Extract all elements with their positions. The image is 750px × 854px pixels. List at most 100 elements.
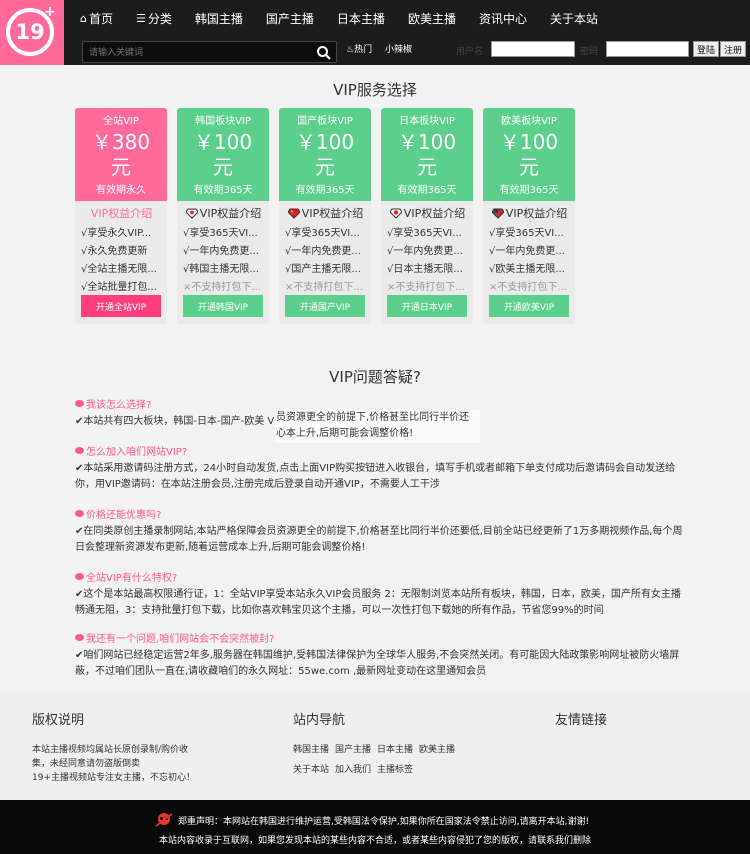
card-benefits-heading: VIP权益介绍 [489, 205, 570, 221]
nav-japan[interactable]: 日本主播 [337, 10, 385, 27]
footer-link-join[interactable]: 加入我们 [335, 763, 371, 777]
username-label: 用户名 [456, 47, 484, 57]
card-validity: 有效期永久 [96, 185, 146, 196]
copyright-text: 本站主播视频均属站长原创录制/购价收 集，未经同意请勿盗版倒卖 19+主播视频站… [32, 743, 195, 785]
card-unit: 元 [213, 155, 233, 179]
faq-answer: ✔这个是本站最高权限通行证，1：全站VIP享受本站永久VIP会员服务 2：无限制… [75, 589, 681, 616]
nav-category[interactable]: ☰ 分类 [136, 10, 172, 27]
footer-link-china[interactable]: 国产主播 [335, 743, 371, 757]
search-box [82, 41, 337, 63]
top-header: 19 + ⌂ 首页 ☰ 分类 韩国主播 国产主播 日本主播 欧美主播 资讯中心 关于… [0, 0, 750, 65]
footer-link-tags[interactable]: 主播标签 [377, 763, 413, 777]
footer-link-about[interactable]: 关于本站 [293, 763, 329, 777]
nav-news[interactable]: 资讯中心 [479, 10, 527, 27]
menu-icon: ☰ [136, 12, 146, 25]
vip-section-title: VIP服务选择 [333, 81, 417, 99]
us-flag-icon [491, 208, 504, 219]
site-footer: 版权说明 本站主播视频均属站长原创录制/购价收 集，未经同意请勿盗版倒卖 19+… [0, 693, 750, 800]
buy-west-vip-button[interactable]: 开通欧美VIP [489, 295, 569, 317]
disclaimer-text-2: 本站内容收录于互联网，如果您发现本站的某些内容不合适，或者某些内容侵犯了您的版权… [158, 836, 591, 846]
copyright-title: 版权说明 [32, 713, 85, 728]
card-unit: 元 [315, 155, 335, 179]
china-flag-icon [287, 208, 300, 219]
hot-label: 热门 [354, 45, 373, 55]
nav-home[interactable]: ⌂ 首页 [80, 10, 113, 27]
buy-china-vip-button[interactable]: 开通国产VIP [285, 295, 365, 317]
site-nav-title: 站内导航 [293, 713, 346, 728]
korea-flag-icon [185, 208, 198, 219]
buy-japan-vip-button[interactable]: 开通日本VIP [387, 295, 467, 317]
nav-west[interactable]: 欧美主播 [408, 10, 456, 27]
card-validity: 有效期365天 [499, 185, 559, 196]
overlay-line: 心本上升,后期可能会调整价格! [276, 428, 414, 439]
faq-question: 我还有一个问题,咱们网站会不会突然被封? [75, 630, 685, 645]
vip-card-west: 欧美板块VIP ￥100 元 有效期365天 VIP权益介绍 √享受365天VI… [483, 108, 575, 324]
site-logo[interactable]: 19 + [0, 0, 64, 65]
footer-link-japan[interactable]: 日本主播 [377, 743, 413, 757]
card-unit: 元 [417, 155, 437, 179]
card-validity: 有效期365天 [397, 185, 457, 196]
buy-korea-vip-button[interactable]: 开通韩国VIP [183, 295, 263, 317]
username-field[interactable] [491, 41, 575, 57]
card-feature: √一年内免费更... [285, 246, 361, 257]
nav-label: 国产主播 [265, 12, 314, 26]
vip-card-all: 全站VIP ￥380 元 有效期永久 VIP权益介绍 √享受永久VIP... √… [75, 108, 167, 324]
nav-about[interactable]: 关于本站 [550, 10, 598, 27]
card-header: 国产板块VIP ￥100 元 有效期365天 [279, 108, 371, 201]
password-field[interactable] [606, 41, 689, 57]
faq-answer: ✔咱们网站已经稳定运营2年多,服务器在韩国维护,受韩国法律保护为全球华人服务,不… [75, 650, 680, 677]
faq-question: 价格还能优惠吗? [75, 506, 685, 521]
main-nav: ⌂ 首页 ☰ 分类 韩国主播 国产主播 日本主播 欧美主播 资讯中心 关于本站 [80, 10, 621, 27]
card-head-label: VIP权益介绍 [505, 207, 568, 220]
japan-flag-icon [389, 208, 402, 219]
disclaimer-line-1: 郑重声明：本网站在韩国进行维护运营,受韩国法令保护,如果你所在国家法令禁止访问,… [154, 812, 589, 828]
nav-korea[interactable]: 韩国主播 [195, 10, 243, 27]
card-price: ￥100 [397, 130, 457, 154]
faq-question-text: 我还有一个问题,咱们网站会不会突然被封? [86, 634, 275, 645]
disclaimer-bar: 郑重声明：本网站在韩国进行维护运营,受韩国法令保护,如果你所在国家法令禁止访问,… [0, 800, 750, 854]
vip-card-china: 国产板块VIP ￥100 元 有效期365天 VIP权益介绍 √享受365天VI… [279, 108, 371, 324]
footer-link-korea[interactable]: 韩国主播 [293, 743, 329, 757]
spicy-link[interactable]: 小辣椒 [385, 42, 412, 55]
chat-icon [75, 400, 84, 407]
card-feature: √享受365天VI... [387, 228, 462, 239]
nav-china[interactable]: 国产主播 [266, 10, 314, 27]
card-head-label: VIP权益介绍 [199, 207, 262, 220]
faq-answer: ✔本站采用邀请码注册方式，24小时自动发货,点击上面VIP购买按钮进入收银台，填… [75, 463, 676, 490]
login-button[interactable]: 登陆 [693, 41, 720, 57]
card-name: 全站VIP [103, 116, 139, 127]
vip-card-japan: 日本板块VIP ￥100 元 有效期365天 VIP权益介绍 √享受365天VI… [381, 108, 473, 324]
footer-nav-row: 关于本站 加入我们 主播标签 [293, 763, 413, 777]
footer-nav-row: 韩国主播 国产主播 日本主播 欧美主播 [293, 743, 455, 757]
card-benefits-heading: VIP权益介绍 [183, 205, 264, 221]
footer-link-west[interactable]: 欧美主播 [419, 743, 455, 757]
nav-label: 资讯中心 [478, 12, 527, 26]
register-button[interactable]: 注册 [720, 41, 747, 57]
card-feature: √享受365天VI... [183, 228, 258, 239]
card-feature: √享受永久VIP... [81, 228, 152, 239]
copyright-line: 集，未经同意请勿盗版倒卖 [32, 759, 141, 769]
hot-link[interactable]: ♨热门 [346, 42, 372, 55]
chat-icon [75, 447, 84, 454]
card-feature: √韩国主播无限... [183, 264, 259, 275]
card-benefits-heading: VIP权益介绍 [90, 207, 153, 220]
faq-question-text: 价格还能优惠吗? [86, 510, 162, 521]
nav-label: 韩国主播 [194, 12, 243, 26]
card-price: ￥100 [499, 130, 559, 154]
card-benefits-heading: VIP权益介绍 [285, 205, 366, 221]
card-validity: 有效期365天 [193, 185, 253, 196]
card-feature: √一年内免费更... [387, 246, 463, 257]
buy-all-vip-button[interactable]: 开通全站VIP [81, 295, 161, 317]
card-header: 欧美板块VIP ￥100 元 有效期365天 [483, 108, 575, 201]
card-name: 日本板块VIP [399, 116, 455, 127]
nav-label: 分类 [147, 12, 172, 26]
chat-icon [75, 573, 84, 580]
card-feature: √日本主播无限... [387, 264, 463, 275]
faq-question: 全站VIP有什么特权? [75, 569, 685, 584]
search-icon[interactable] [316, 45, 332, 61]
card-body: VIP权益介绍 √享受永久VIP... √永久免费更新 √全站主播无限... √… [75, 201, 167, 297]
card-feature: √享受365天VI... [489, 228, 564, 239]
search-input[interactable] [89, 45, 309, 60]
faq-question: 怎么加入咱们网站VIP? [75, 443, 685, 458]
card-benefits-heading: VIP权益介绍 [387, 205, 468, 221]
